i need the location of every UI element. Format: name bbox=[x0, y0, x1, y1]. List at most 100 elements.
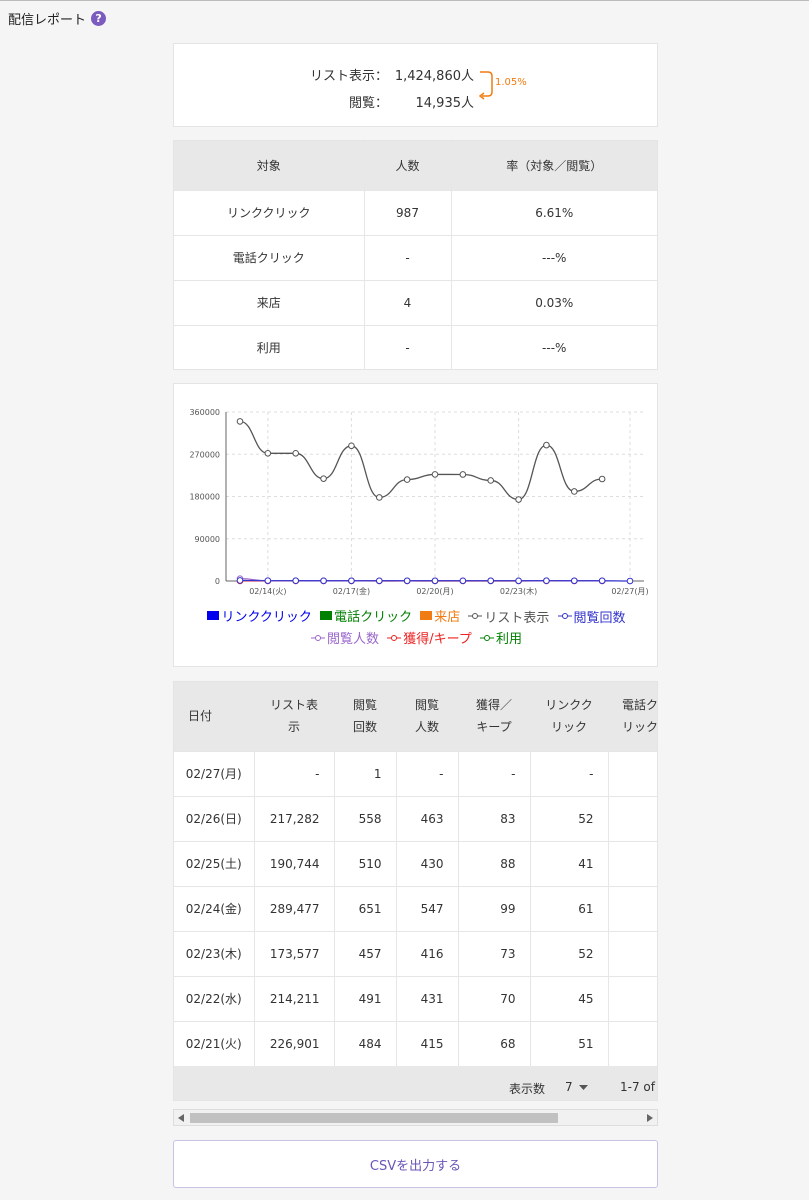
y-tick-label: 90000 bbox=[195, 535, 220, 544]
col-viewers[interactable]: 閲覧 人数 bbox=[396, 682, 458, 751]
rows-per-page-label: 表示数 bbox=[509, 1082, 546, 1096]
page-range: 1-7 of 1 bbox=[620, 1080, 657, 1094]
data-cell: 214,211 bbox=[253, 975, 334, 1021]
page-header: 配信レポート ? bbox=[8, 9, 107, 28]
data-point bbox=[431, 577, 439, 585]
ratio-table: 対象 人数 率（対象／閲覧） リンククリック 987 6.61% 電話クリック … bbox=[174, 141, 657, 370]
data-point bbox=[236, 577, 244, 584]
chart-legend-row-2: 閲覧人数 獲得/キープ 利用 bbox=[174, 628, 659, 647]
data-cell: 83 bbox=[457, 795, 530, 841]
view-value: 14,935人 bbox=[415, 96, 475, 111]
data-cell: 88 bbox=[457, 840, 530, 886]
legend-item[interactable]: 獲得/キープ bbox=[387, 628, 472, 647]
date-cell: 02/24(金) bbox=[174, 885, 254, 931]
scroll-thumb[interactable] bbox=[190, 1113, 558, 1123]
data-cell: 99 bbox=[457, 885, 530, 931]
summary-card: リスト表示： 1,424,860人 閲覧： 14,935人 1.05% bbox=[173, 43, 658, 127]
legend-item[interactable]: リスト表示 bbox=[468, 607, 549, 626]
x-tick-label: 02/23(木) bbox=[500, 586, 537, 596]
data-cell: 416 bbox=[395, 930, 458, 976]
ratio-cell: リンククリック bbox=[174, 189, 364, 235]
legend-item[interactable]: 利用 bbox=[479, 628, 522, 647]
col-phone-click[interactable]: 電話ク リック bbox=[608, 682, 657, 751]
csv-export-button[interactable]: CSVを出力する bbox=[173, 1140, 658, 1188]
rate-label: 1.05% bbox=[495, 77, 527, 88]
data-point bbox=[264, 450, 272, 457]
table-row: 利用 - ---% bbox=[174, 324, 657, 370]
ratio-cell: 987 bbox=[363, 189, 451, 235]
table-row: 来店 4 0.03% bbox=[174, 279, 657, 325]
data-point bbox=[459, 471, 467, 478]
data-point bbox=[403, 577, 411, 585]
data-point bbox=[598, 577, 606, 585]
legend-item[interactable]: 閲覧回数 bbox=[557, 607, 626, 626]
date-cell: 02/22(水) bbox=[174, 975, 254, 1021]
legend-item[interactable]: リンククリック bbox=[207, 606, 312, 625]
scroll-right-icon[interactable] bbox=[647, 1114, 653, 1122]
data-cell: 70 bbox=[457, 975, 530, 1021]
ratio-cell: - bbox=[363, 234, 451, 280]
data-cell bbox=[607, 975, 657, 1021]
data-point bbox=[598, 475, 606, 483]
y-tick-label: 0 bbox=[215, 577, 220, 586]
legend-item[interactable]: 来店 bbox=[420, 606, 460, 625]
table-row: 02/22(水) 214,211 491 431 70 45 bbox=[174, 975, 657, 1021]
y-tick-label: 360000 bbox=[189, 408, 220, 417]
data-point bbox=[375, 577, 383, 585]
data-cell: 415 bbox=[395, 1020, 458, 1066]
ratio-table-header: 対象 人数 率（対象／閲覧） bbox=[174, 141, 657, 190]
date-cell: 02/23(木) bbox=[174, 930, 254, 976]
data-cell bbox=[607, 840, 657, 886]
data-cell: - bbox=[529, 750, 608, 796]
list-display-value: 1,424,860人 bbox=[394, 69, 474, 84]
legend-line-icon bbox=[557, 613, 572, 619]
data-cell: 61 bbox=[529, 885, 608, 931]
data-cell bbox=[607, 930, 657, 976]
col-list-display[interactable]: リスト表示 bbox=[254, 682, 334, 751]
table-pager: 表示数 7 1-7 of 1 bbox=[174, 1066, 657, 1100]
data-cell: 491 bbox=[333, 975, 396, 1021]
date-cell: 02/25(土) bbox=[174, 840, 254, 886]
data-cell: - bbox=[395, 750, 458, 796]
data-cell: 430 bbox=[395, 840, 458, 886]
data-cell: 289,477 bbox=[253, 885, 334, 931]
x-tick-label: 02/20(月) bbox=[416, 587, 453, 596]
table-row: 02/24(金) 289,477 651 547 99 61 bbox=[174, 885, 657, 931]
col-date[interactable]: 日付 bbox=[174, 682, 254, 751]
help-icon[interactable]: ? bbox=[91, 11, 107, 26]
data-point bbox=[292, 450, 300, 457]
col-acquire-keep[interactable]: 獲得／ キープ bbox=[458, 682, 530, 751]
legend-line-icon bbox=[479, 634, 494, 641]
horizontal-scrollbar[interactable] bbox=[173, 1109, 658, 1126]
table-row: 電話クリック - ---% bbox=[174, 234, 657, 280]
data-point bbox=[292, 577, 300, 585]
scroll-left-icon[interactable] bbox=[178, 1114, 184, 1122]
col-view-count[interactable]: 閲覧 回数 bbox=[334, 682, 396, 751]
legend-swatch-icon bbox=[207, 611, 220, 620]
legend-line-icon bbox=[387, 634, 402, 641]
data-cell: 484 bbox=[333, 1020, 396, 1066]
data-cell: 217,282 bbox=[253, 795, 334, 841]
ratio-table-card: 対象 人数 率（対象／閲覧） リンククリック 987 6.61% 電話クリック … bbox=[173, 140, 658, 370]
y-tick-label: 270000 bbox=[189, 450, 220, 459]
ratio-cell: ---% bbox=[450, 234, 657, 280]
legend-item[interactable]: 閲覧人数 bbox=[311, 628, 379, 647]
data-cell bbox=[607, 795, 657, 841]
date-cell: 02/26(日) bbox=[174, 795, 254, 841]
data-cell: 173,577 bbox=[253, 930, 334, 976]
data-point bbox=[403, 476, 411, 483]
data-point bbox=[320, 577, 327, 585]
rows-per-page-select[interactable]: 7 bbox=[565, 1080, 588, 1094]
ratio-cell: 6.61% bbox=[450, 189, 657, 235]
data-point bbox=[487, 577, 495, 585]
col-link-click[interactable]: リンクク リック bbox=[530, 682, 608, 751]
daily-data-table: 日付 リスト表示 閲覧 回数 閲覧 人数 獲得／ キープ リンクク リック 電話ク リック… bbox=[174, 682, 657, 1066]
legend-item[interactable]: 電話クリック bbox=[320, 606, 412, 625]
data-cell: 1 bbox=[333, 750, 396, 796]
list-display-label: リスト表示： bbox=[309, 69, 388, 84]
data-point bbox=[487, 477, 495, 484]
ratio-cell: 電話クリック bbox=[174, 234, 364, 280]
daily-data-card: 日付 リスト表示 閲覧 回数 閲覧 人数 獲得／ キープ リンクク リック 電話ク リック… bbox=[173, 681, 658, 1101]
line-chart: 360000 270000 180000 90000 0 02/14(火) 02/17(金)… bbox=[189, 408, 648, 596]
data-point bbox=[264, 577, 272, 584]
